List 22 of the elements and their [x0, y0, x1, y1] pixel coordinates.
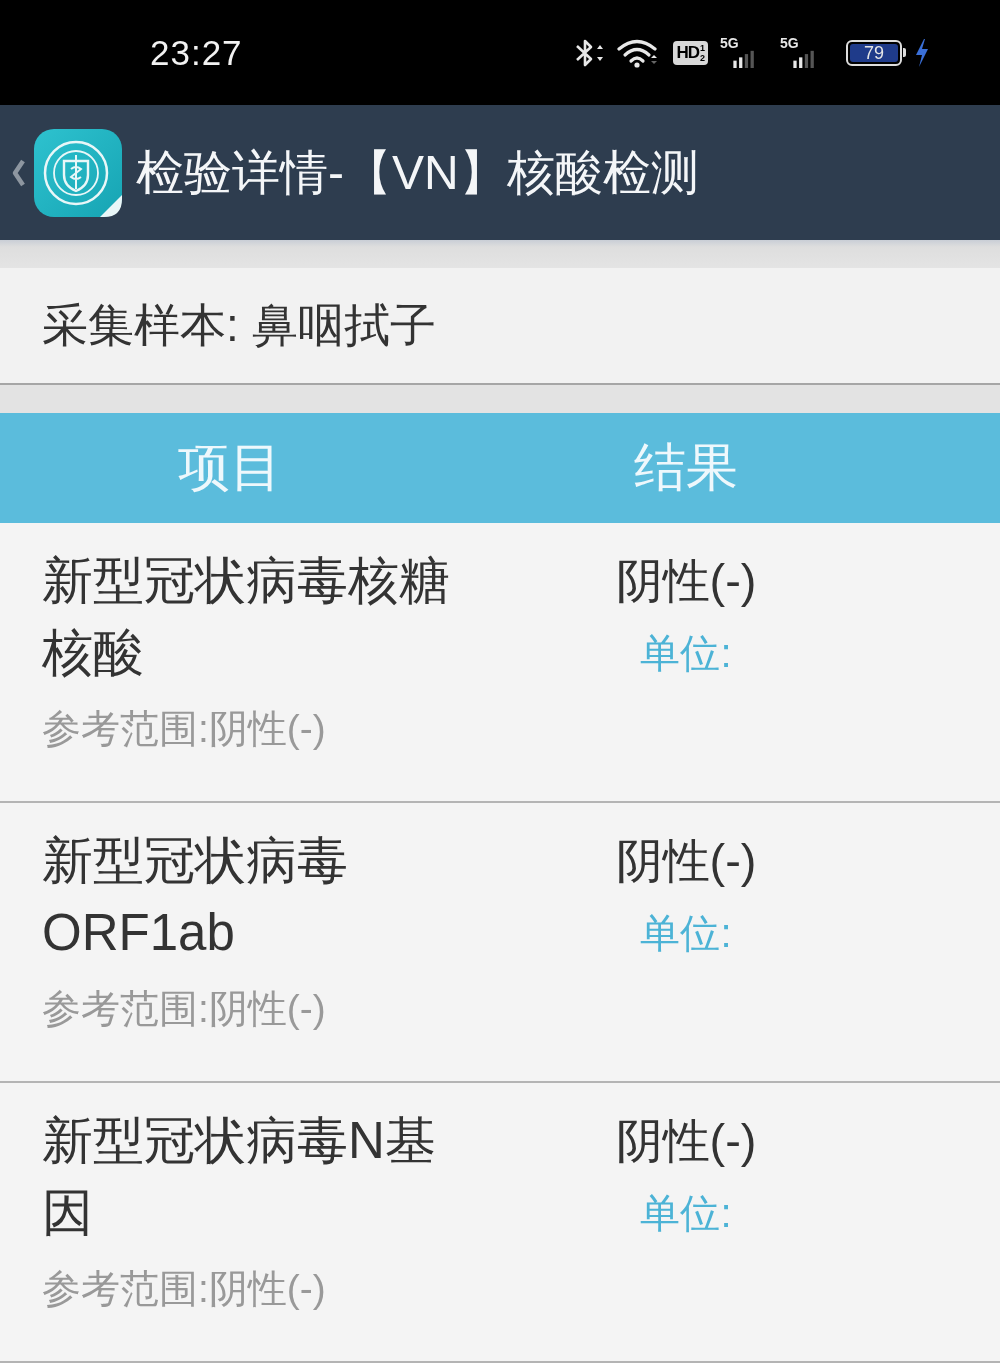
reference-range: 参考范围:阴性(-)	[42, 706, 326, 752]
column-header: 结果	[634, 437, 738, 498]
unit-label: 单位:	[640, 910, 732, 957]
cell-signal-indicator: 5G	[720, 37, 768, 68]
screen-title: 检验详情-【VN】核酸检测	[136, 144, 699, 201]
unit-label: 单位:	[640, 630, 732, 677]
unit-label: 单位:	[640, 1190, 732, 1237]
test-result: 阴性(-)	[615, 1113, 757, 1169]
back-icon[interactable]	[12, 157, 26, 188]
test-item-name: 新型冠状病毒ORF1ab	[42, 831, 349, 963]
test-result: 阴性(-)	[615, 553, 757, 609]
column-header: 项目	[178, 437, 282, 498]
test-item-name: 新型冠状病毒核糖核酸	[42, 551, 451, 683]
test-result: 阴性(-)	[615, 833, 757, 889]
clock-time: 23:27	[150, 32, 243, 73]
reference-range: 参考范围:阴性(-)	[42, 986, 326, 1032]
reference-range: 参考范围:阴性(-)	[42, 1266, 326, 1312]
sample-type-text: 采集样本: 鼻咽拭子	[42, 297, 436, 353]
cell-signal-indicator: 5G	[780, 37, 828, 68]
hospital-logo-icon	[34, 128, 122, 217]
battery-indicator: 79	[846, 39, 906, 66]
test-item-name: 新型冠状病毒N基因	[42, 1111, 437, 1243]
